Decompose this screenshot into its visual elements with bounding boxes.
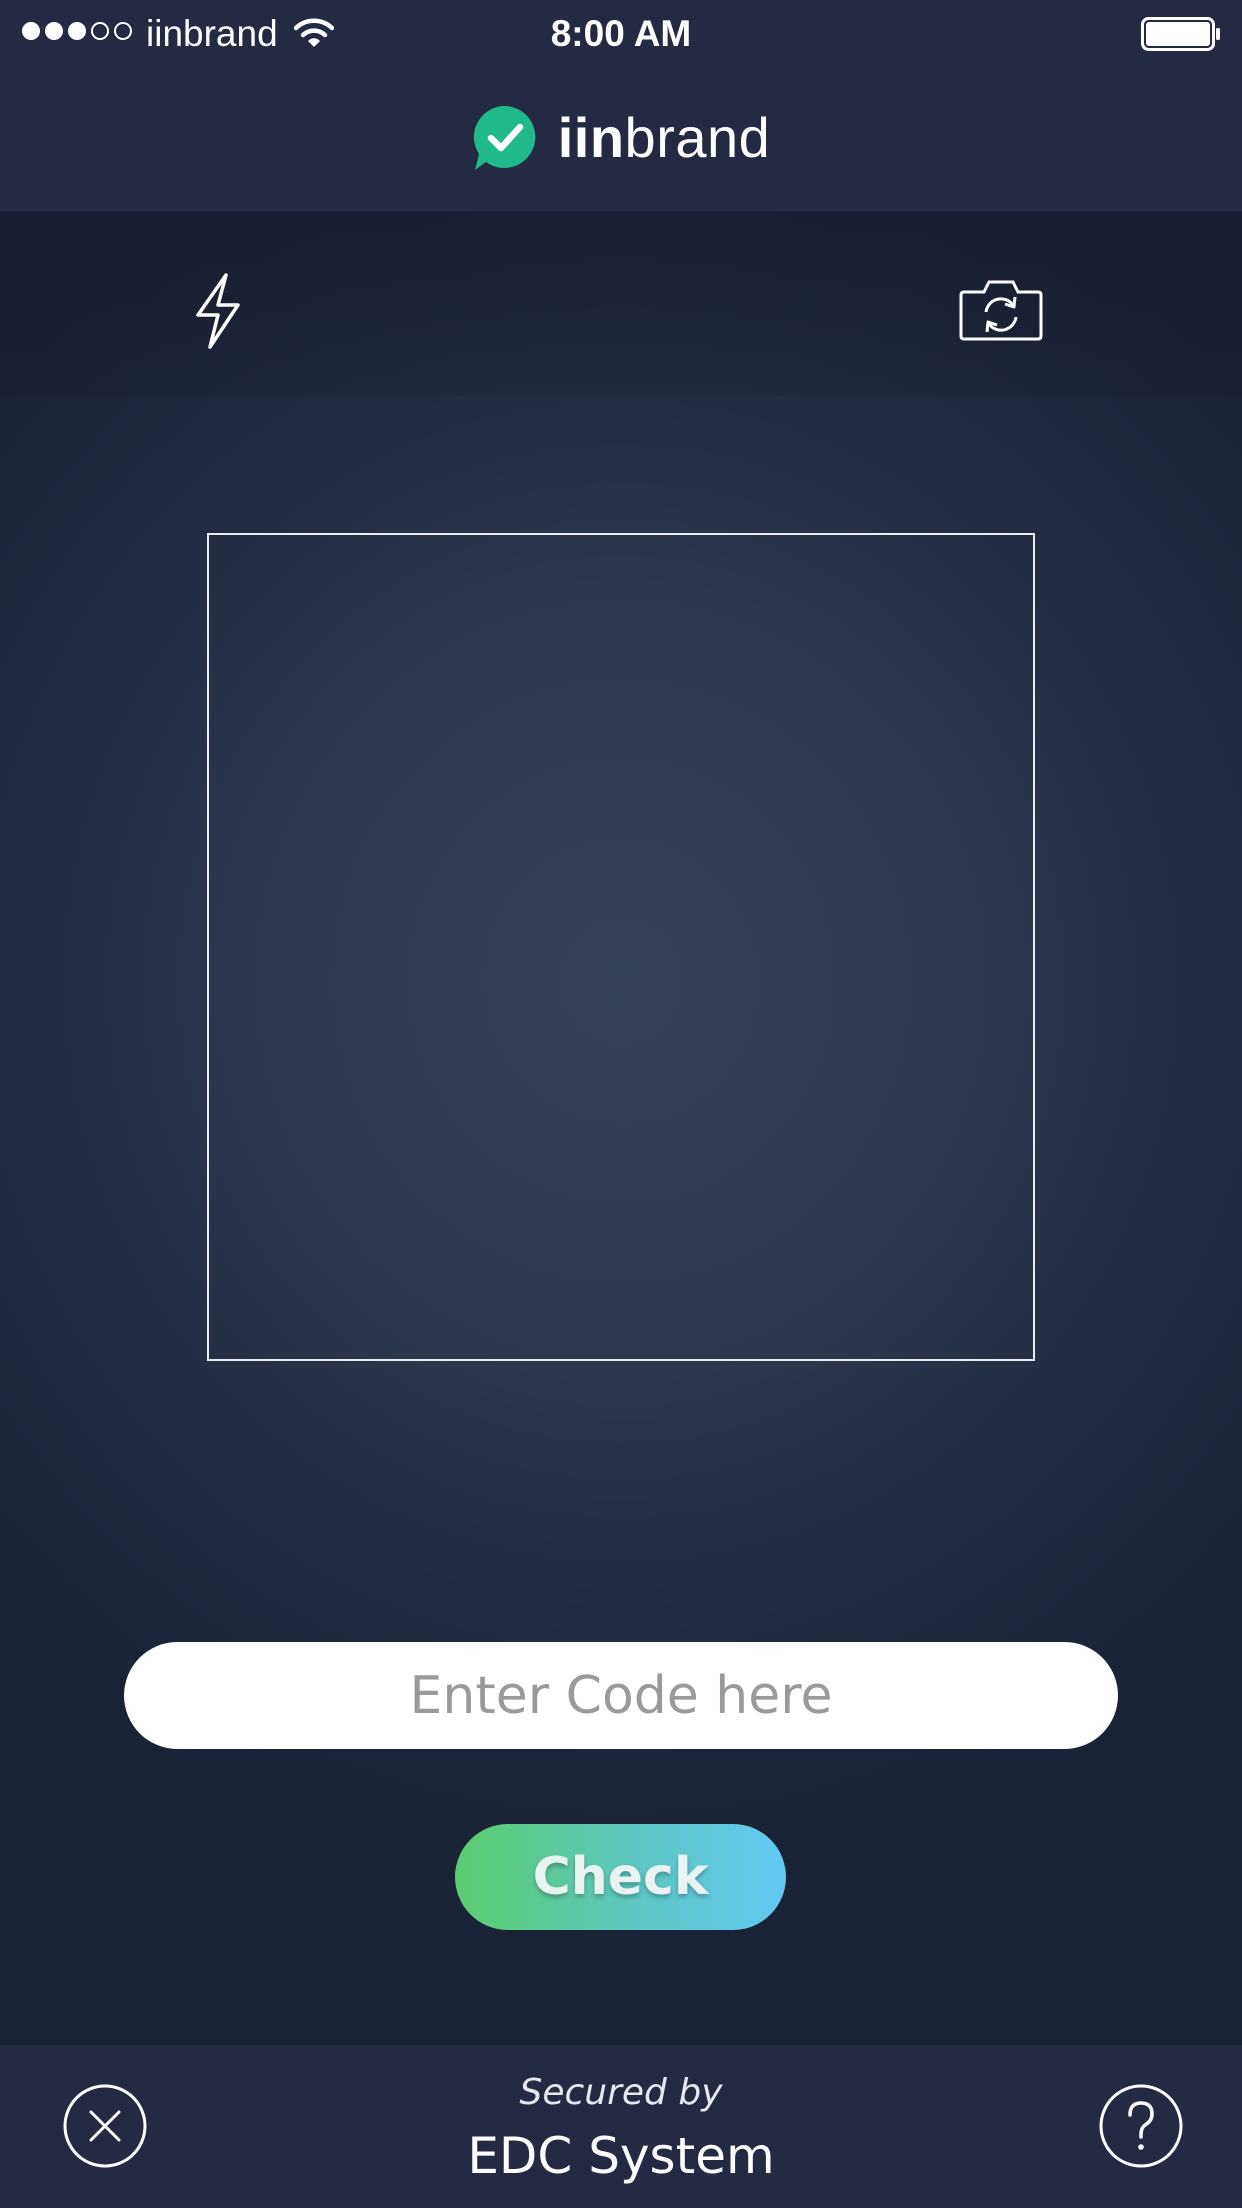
scanner-screen: iinbrand 8:00 AM iinbrand Enter Code her… xyxy=(0,0,1242,2208)
question-circle-icon[interactable] xyxy=(1099,2084,1183,2168)
lightning-bolt-icon[interactable] xyxy=(190,271,246,351)
check-button[interactable]: Check xyxy=(455,1824,786,1930)
camera-toolbar xyxy=(0,211,1242,396)
secured-by-label: Secured by xyxy=(519,2072,723,2113)
footer: Secured by EDC System xyxy=(0,2045,1242,2208)
top-bar: iinbrand 8:00 AM iinbrand xyxy=(0,0,1242,211)
system-name: EDC System xyxy=(467,2127,775,2185)
scan-frame xyxy=(207,533,1035,1361)
brand-name-light: brand xyxy=(624,106,771,169)
checkmark-speech-bubble-icon xyxy=(473,105,536,170)
code-input[interactable] xyxy=(124,1642,1118,1749)
status-time: 8:00 AM xyxy=(550,13,692,54)
status-bar: iinbrand 8:00 AM xyxy=(0,0,1242,66)
brand-header: iinbrand xyxy=(0,100,1242,176)
camera-viewport: Check xyxy=(0,211,1242,2045)
check-button-label: Check xyxy=(532,1847,709,1907)
camera-switch-icon[interactable] xyxy=(958,278,1044,342)
battery-icon xyxy=(1141,17,1220,51)
brand-name: iinbrand xyxy=(558,105,771,171)
brand-name-bold: iin xyxy=(557,106,625,169)
